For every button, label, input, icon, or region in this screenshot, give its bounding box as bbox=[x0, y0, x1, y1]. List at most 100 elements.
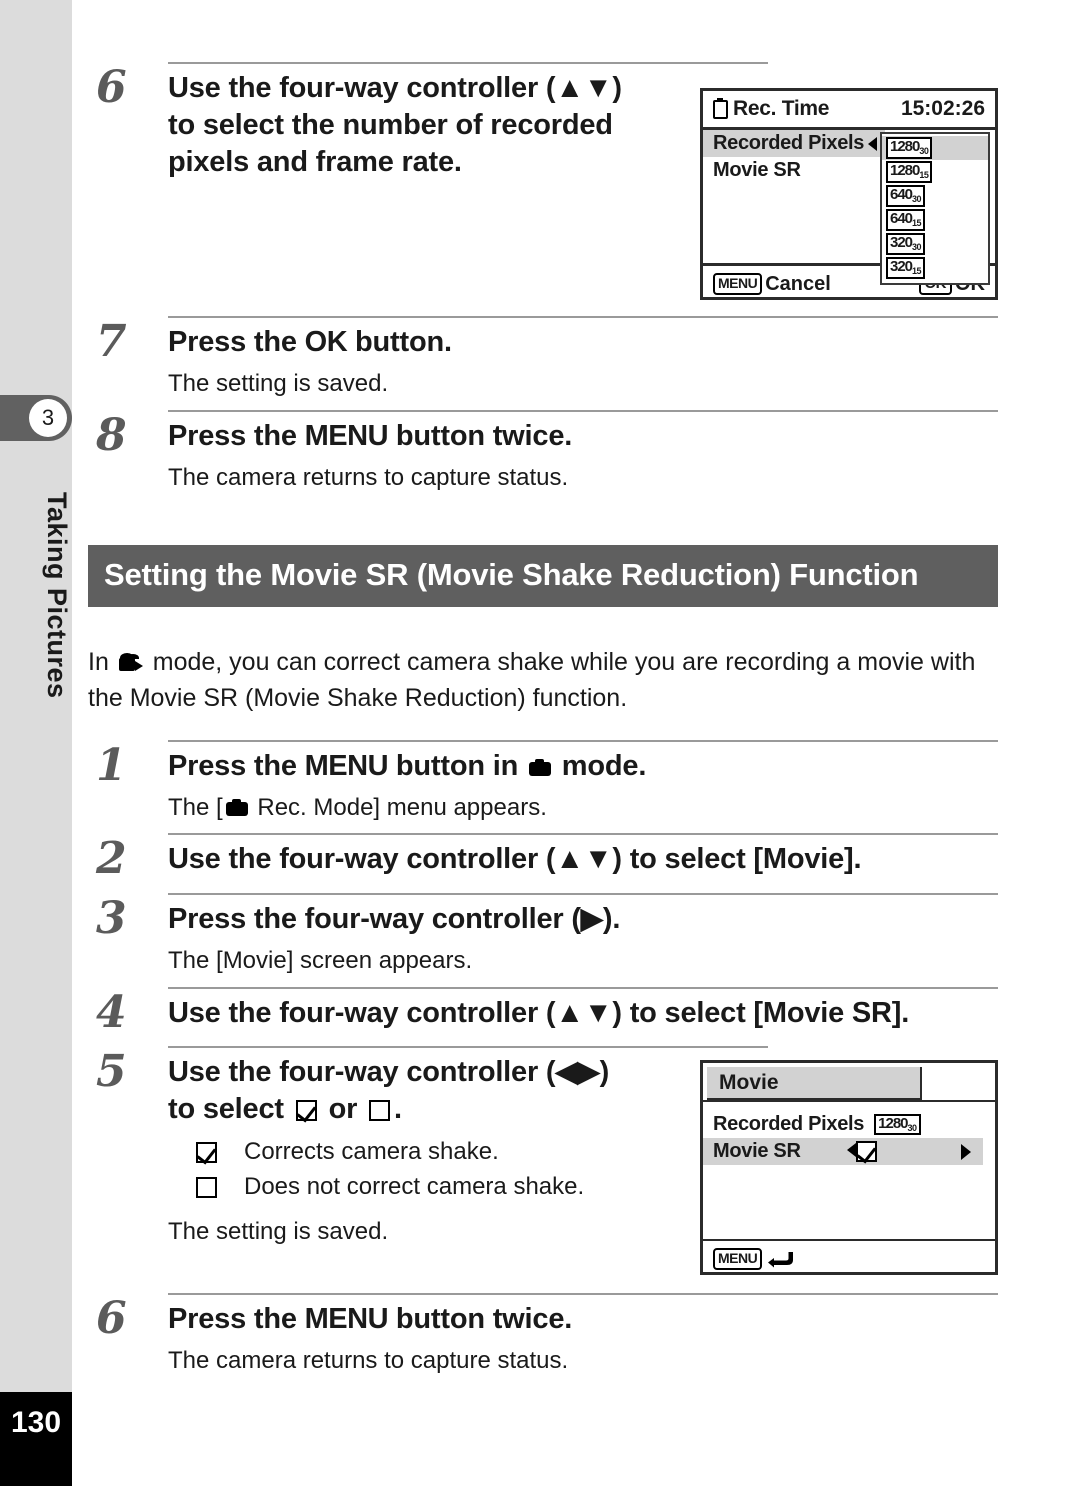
step-title-prefix: Press the bbox=[168, 1303, 305, 1335]
checkbox-unchecked-icon bbox=[369, 1100, 391, 1122]
resolution-option[interactable]: 128015 bbox=[882, 160, 988, 184]
page-content: 6 Use the four-way controller (▲▼) to se… bbox=[88, 0, 998, 1486]
resolution-fps: 30 bbox=[907, 1122, 918, 1133]
step-number: 5 bbox=[96, 1046, 127, 1097]
lcd-row-recorded-pixels[interactable]: Recorded Pixels bbox=[703, 130, 885, 157]
list-item-label: Does not correct camera shake. bbox=[244, 1173, 585, 1201]
lcd-row-label: Movie SR bbox=[713, 1140, 801, 1162]
lcd-body: Recorded Pixels 128030 Movie SR bbox=[703, 1102, 995, 1239]
right-arrow-icon bbox=[961, 1143, 971, 1160]
lcd-row-movie-sr[interactable]: Movie SR bbox=[703, 1138, 983, 1165]
step-title: Press the OK button. bbox=[168, 324, 998, 361]
intro-suffix: mode, you can correct camera shake while… bbox=[88, 648, 976, 712]
step-description: The [Movie] screen appears. bbox=[168, 947, 473, 975]
checkbox-unchecked-icon bbox=[168, 1173, 244, 1202]
step-number: 3 bbox=[96, 893, 127, 944]
step-description: The camera returns to capture status. bbox=[168, 464, 569, 492]
lcd-tab-movie[interactable]: Movie bbox=[707, 1067, 922, 1100]
resolution-value: 640 bbox=[890, 186, 913, 204]
select-prefix: to select bbox=[168, 1093, 292, 1126]
step-rule bbox=[168, 1293, 998, 1295]
lcd-row-label: Recorded Pixels bbox=[713, 132, 865, 154]
step-title-mid: button in bbox=[388, 750, 526, 782]
step-title-line3: pixels and frame rate. bbox=[168, 146, 462, 179]
lcd-row-label: Movie SR bbox=[713, 159, 801, 181]
left-arrow-icon bbox=[846, 1140, 856, 1163]
checkbox-checked-icon[interactable] bbox=[855, 1141, 877, 1162]
step-number: 6 bbox=[96, 62, 127, 113]
step-title-prefix: Press the bbox=[168, 420, 305, 452]
list-item-label: Corrects camera shake. bbox=[244, 1138, 499, 1166]
menu-badge[interactable]: MENU bbox=[713, 1248, 763, 1270]
lcd-row-label: Recorded Pixels bbox=[713, 1113, 865, 1135]
step-number: 2 bbox=[96, 833, 127, 884]
step-title: Press the MENU button twice. bbox=[168, 418, 998, 455]
list-item: Does not correct camera shake. bbox=[168, 1173, 748, 1202]
resolution-fps: 15 bbox=[919, 170, 929, 181]
capture-mode-icon bbox=[528, 759, 551, 776]
resolution-chip: 64015 bbox=[886, 209, 926, 231]
lcd-rec-time-screen: Rec. Time 15:02:26 Recorded Pixels Movie… bbox=[700, 88, 998, 300]
step-title-suffix: button twice. bbox=[388, 420, 573, 452]
select-suffix: . bbox=[394, 1093, 402, 1126]
page-number: 130 bbox=[0, 1392, 72, 1486]
lcd-title: Rec. Time bbox=[733, 97, 830, 120]
resolution-dropdown[interactable]: 128030 128015 64030 64015 32030 32015 bbox=[880, 132, 990, 285]
resolution-value: 1280 bbox=[890, 138, 920, 156]
resolution-value: 640 bbox=[890, 210, 913, 228]
step-description: The setting is saved. bbox=[168, 370, 389, 398]
step-description: The [ Rec. Mode] menu appears. bbox=[168, 792, 998, 823]
resolution-chip: 32030 bbox=[886, 233, 926, 255]
step-description: The camera returns to capture status. bbox=[168, 1347, 569, 1375]
list-item: Corrects camera shake. bbox=[168, 1138, 748, 1167]
step-title-line2: to select the number of recorded bbox=[168, 109, 613, 142]
step-title: Press the four-way controller (▶). bbox=[168, 903, 621, 935]
section-intro: In mode, you can correct camera shake wh… bbox=[88, 645, 988, 716]
lcd-row-recorded-pixels[interactable]: Recorded Pixels 128030 bbox=[703, 1111, 983, 1138]
step-number: 8 bbox=[96, 410, 127, 461]
step-rule bbox=[168, 1046, 768, 1048]
resolution-fps: 30 bbox=[919, 146, 929, 157]
desc-suffix: Rec. Mode] menu appears. bbox=[250, 794, 547, 822]
step-number: 6 bbox=[96, 1293, 127, 1344]
step-title-suffix: button twice. bbox=[388, 1303, 573, 1335]
resolution-chip: 64030 bbox=[886, 185, 926, 207]
lcd-footer-bar: MENU bbox=[703, 1239, 995, 1277]
step-title: Use the four-way controller (▲▼) to sele… bbox=[168, 70, 748, 181]
step-number: 7 bbox=[96, 316, 127, 367]
step-title-suffix: mode. bbox=[553, 750, 647, 782]
left-arrow-icon bbox=[868, 136, 878, 151]
step-number: 1 bbox=[96, 740, 127, 791]
menu-badge[interactable]: MENU bbox=[713, 273, 763, 295]
resolution-value: 320 bbox=[890, 234, 913, 252]
movie-mode-icon bbox=[118, 653, 143, 672]
step-number: 4 bbox=[96, 987, 127, 1038]
resolution-option[interactable]: 32015 bbox=[882, 256, 988, 280]
lcd-movie-screen: Movie Recorded Pixels 128030 Movie SR ME… bbox=[700, 1060, 998, 1275]
intro-prefix: In bbox=[88, 648, 116, 676]
resolution-option[interactable]: 128030 bbox=[882, 136, 988, 160]
step-title-line1: Use the four-way controller (◀▶) bbox=[168, 1056, 610, 1088]
step-title: Use the four-way controller (▲▼) to sele… bbox=[168, 997, 910, 1029]
step-rule bbox=[168, 893, 998, 895]
resolution-option[interactable]: 32030 bbox=[882, 232, 988, 256]
desc-prefix: The [ bbox=[168, 794, 223, 822]
ok-button-label: OK bbox=[304, 326, 348, 358]
resolution-value: 320 bbox=[890, 258, 913, 276]
resolution-option[interactable]: 64030 bbox=[882, 184, 988, 208]
cancel-label: Cancel bbox=[765, 272, 831, 295]
option-list: Corrects camera shake. Does not correct … bbox=[168, 1138, 748, 1202]
chapter-tab: 3 bbox=[0, 395, 72, 441]
step-rule bbox=[168, 987, 998, 989]
step-rule bbox=[168, 833, 998, 835]
lcd-body: Recorded Pixels Movie SR 128030 128015 6… bbox=[703, 130, 995, 285]
resolution-value: 1280 bbox=[878, 1114, 908, 1132]
resolution-option[interactable]: 64015 bbox=[882, 208, 988, 232]
sidebar: 3 Taking Pictures 130 bbox=[0, 0, 72, 1486]
lcd-row-movie-sr[interactable]: Movie SR bbox=[703, 157, 885, 184]
step-title-line1: Use the four-way controller (▲▼) bbox=[168, 72, 622, 104]
menu-button-label: MENU bbox=[304, 1303, 389, 1335]
resolution-fps: 15 bbox=[912, 218, 922, 229]
step-title-prefix: Press the bbox=[168, 326, 305, 358]
resolution-chip: 128015 bbox=[886, 161, 933, 183]
